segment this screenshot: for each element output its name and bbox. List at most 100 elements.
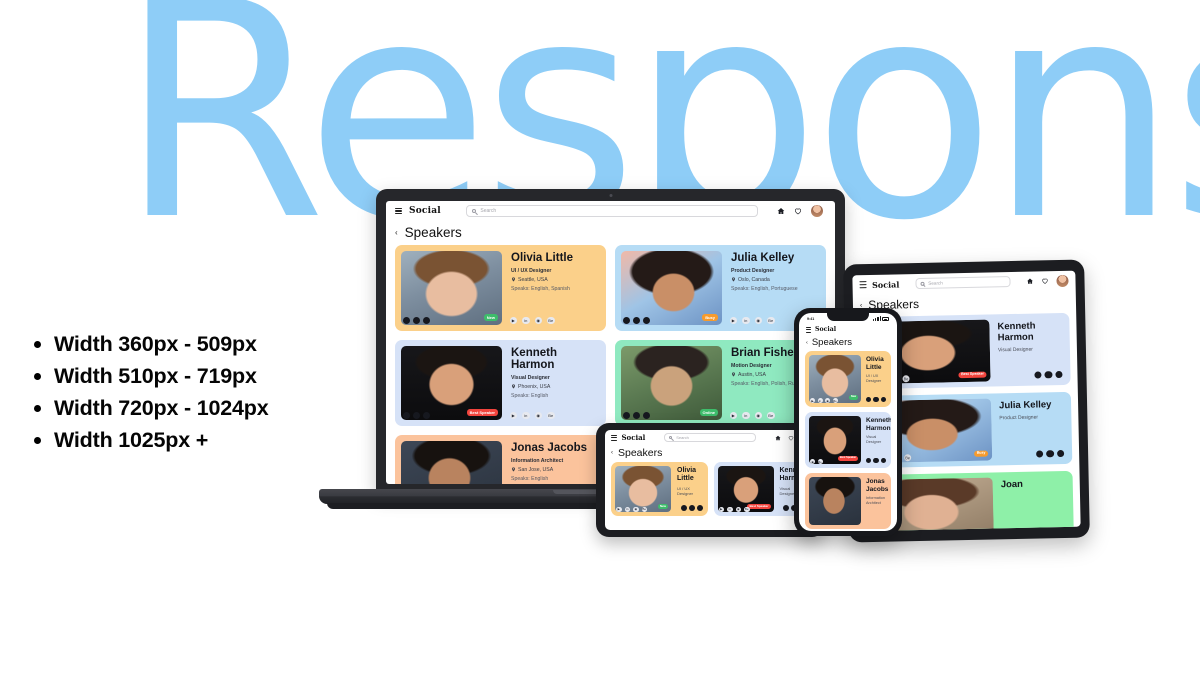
speaker-actions: [865, 396, 886, 402]
linkedin-icon[interactable]: in: [742, 411, 750, 419]
status-badge: Best Speaker: [837, 456, 858, 461]
breakpoint-list: Width 360px - 509px Width 510px - 719px …: [28, 328, 269, 456]
speaker-card[interactable]: New Olivia Little UI / UX Designer ▶ in …: [611, 462, 708, 516]
behance-icon[interactable]: Be: [744, 506, 750, 512]
instagram-icon[interactable]: ◉: [754, 316, 762, 324]
message-icon[interactable]: [403, 317, 410, 324]
instagram-icon[interactable]: ◉: [825, 398, 830, 403]
chat-icon[interactable]: [696, 505, 703, 511]
message-icon[interactable]: [623, 412, 630, 419]
chat-icon[interactable]: [880, 396, 886, 402]
home-icon[interactable]: [775, 435, 781, 441]
speaker-actions: [403, 412, 430, 419]
chat-icon[interactable]: [880, 457, 886, 463]
chat-icon[interactable]: [1054, 370, 1063, 379]
back-chevron-icon[interactable]: ‹: [611, 450, 613, 456]
search-input[interactable]: Search: [465, 205, 758, 217]
speaker-languages: Speaks: English: [511, 393, 549, 399]
info-icon[interactable]: [413, 317, 420, 324]
linkedin-icon[interactable]: in: [727, 506, 733, 512]
user-avatar[interactable]: [1056, 274, 1069, 287]
status-indicators: [872, 316, 889, 321]
hamburger-icon[interactable]: [806, 326, 811, 333]
instagram-icon[interactable]: ◉: [633, 506, 639, 512]
hamburger-icon[interactable]: [395, 207, 402, 215]
chat-icon[interactable]: [643, 317, 650, 324]
telegram-icon[interactable]: ▶: [729, 316, 737, 324]
info-icon[interactable]: [1046, 449, 1054, 458]
chat-icon[interactable]: [423, 412, 430, 419]
instagram-icon[interactable]: ◉: [735, 506, 741, 512]
linkedin-icon[interactable]: in: [742, 316, 750, 324]
page-title: Speakers: [811, 337, 852, 348]
speaker-card[interactable]: New Jonas Jacobs Information Architect S…: [395, 435, 606, 484]
behance-icon[interactable]: Be: [767, 411, 775, 419]
info-icon[interactable]: [633, 412, 640, 419]
hamburger-icon[interactable]: [611, 434, 617, 441]
heart-icon[interactable]: [1041, 277, 1048, 284]
linkedin-icon[interactable]: in: [624, 506, 630, 512]
instagram-icon[interactable]: ◉: [534, 411, 542, 419]
speaker-card[interactable]: Best Speaker Kenneth Harmon Visual Desig…: [805, 412, 891, 468]
telegram-icon[interactable]: ▶: [729, 411, 737, 419]
info-icon[interactable]: [633, 317, 640, 324]
info-icon[interactable]: [1044, 370, 1053, 379]
search-input[interactable]: Search: [915, 276, 1011, 290]
chat-icon[interactable]: [423, 317, 430, 324]
behance-icon[interactable]: Be: [547, 411, 555, 419]
home-icon[interactable]: [1026, 278, 1033, 285]
instagram-icon[interactable]: ◉: [754, 411, 762, 419]
search-icon: [668, 435, 673, 440]
telegram-icon[interactable]: ▶: [810, 398, 815, 403]
behance-icon[interactable]: Be: [904, 454, 912, 462]
telegram-icon[interactable]: ▶: [718, 506, 724, 512]
user-avatar[interactable]: [810, 205, 823, 217]
telegram-icon[interactable]: ▶: [509, 316, 517, 324]
behance-icon[interactable]: Be: [817, 459, 823, 464]
hamburger-icon[interactable]: [859, 281, 867, 288]
message-icon[interactable]: [403, 412, 410, 419]
message-icon[interactable]: [623, 317, 630, 324]
message-icon[interactable]: [783, 505, 789, 511]
linkedin-icon[interactable]: in: [522, 316, 530, 324]
chat-icon[interactable]: [1056, 449, 1065, 458]
message-icon[interactable]: [680, 505, 687, 511]
info-icon[interactable]: [873, 396, 879, 402]
behance-icon[interactable]: Be: [902, 375, 910, 383]
speaker-actions: [1033, 370, 1063, 379]
behance-icon[interactable]: Be: [832, 398, 838, 403]
app-topbar: Social Search: [386, 201, 835, 221]
instagram-icon[interactable]: ◉: [534, 316, 542, 324]
speaker-card[interactable]: New Olivia Little UI / UX Designer ▶ in …: [805, 351, 891, 407]
info-icon[interactable]: [688, 505, 695, 511]
behance-icon[interactable]: Be: [547, 316, 555, 324]
heart-icon[interactable]: [788, 435, 794, 441]
info-icon[interactable]: [873, 457, 879, 463]
home-icon[interactable]: [777, 207, 785, 215]
speaker-role: Visual Designer: [997, 346, 1033, 354]
speaker-card[interactable]: Jonas Jacobs Information Architect: [805, 473, 891, 529]
chat-icon[interactable]: [643, 412, 650, 419]
heart-icon[interactable]: [794, 207, 802, 215]
speaker-actions: [1035, 449, 1065, 458]
telegram-icon[interactable]: ▶: [509, 411, 517, 419]
info-icon[interactable]: [413, 412, 420, 419]
message-icon[interactable]: [865, 396, 871, 402]
back-chevron-icon[interactable]: ‹: [395, 228, 398, 237]
back-chevron-icon[interactable]: ‹: [806, 340, 808, 346]
telegram-icon[interactable]: ▶: [616, 506, 622, 512]
instagram-icon[interactable]: ◉: [810, 459, 815, 464]
speaker-card[interactable]: New Olivia Little UI / UX Designer Seatt…: [395, 245, 606, 331]
linkedin-icon[interactable]: in: [817, 398, 823, 403]
message-icon[interactable]: [1033, 370, 1042, 379]
search-input[interactable]: Search: [664, 433, 756, 442]
behance-icon[interactable]: Be: [641, 506, 647, 512]
message-icon[interactable]: [1035, 449, 1044, 458]
status-badge: Online: [699, 409, 718, 416]
location-pin-icon: [732, 371, 735, 377]
behance-icon[interactable]: Be: [767, 316, 775, 324]
speaker-card[interactable]: Best Speaker Kenneth Harmon Visual Desig…: [395, 340, 606, 426]
message-icon[interactable]: [865, 457, 871, 463]
linkedin-icon[interactable]: in: [522, 411, 530, 419]
list-item: Width 510px - 719px: [28, 360, 268, 392]
